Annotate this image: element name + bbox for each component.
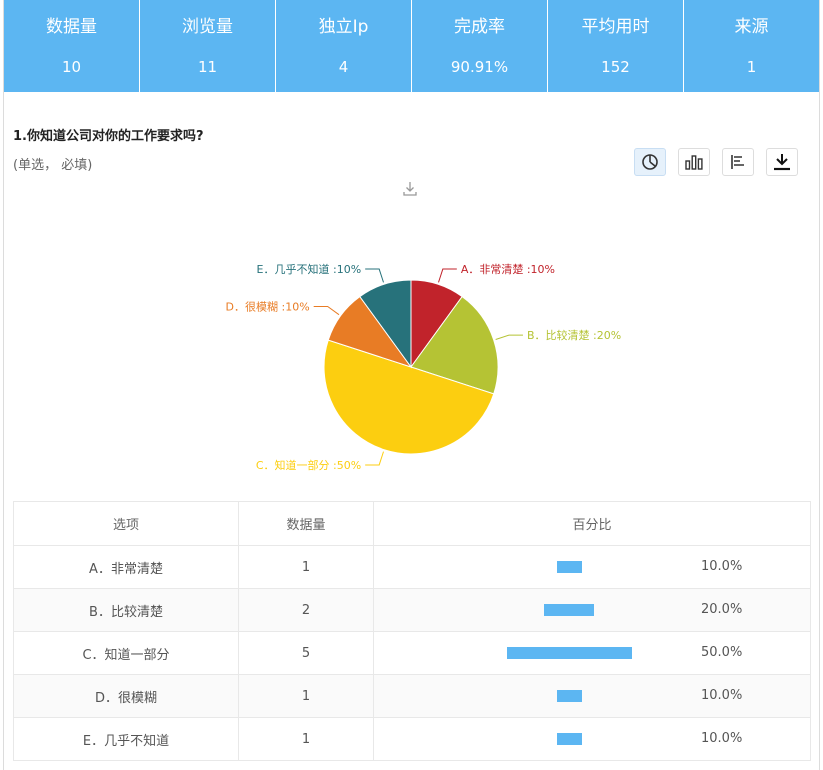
option-cell: D．很模糊 <box>13 674 239 718</box>
stat-count: 数据量 10 <box>4 0 139 92</box>
stat-label: 浏览量 <box>182 17 233 37</box>
option-cell: B．比较清楚 <box>13 588 239 632</box>
percent-label: 10.0% <box>701 688 743 703</box>
chart-type-toolbar <box>634 148 798 176</box>
pie-chart-icon <box>642 154 658 170</box>
horizontal-bar-button[interactable] <box>722 148 754 176</box>
header-count: 数据量 <box>238 501 374 546</box>
percent-label: 20.0% <box>701 602 743 617</box>
stat-label: 来源 <box>734 17 769 37</box>
pie-label-line <box>365 268 384 283</box>
download-button[interactable] <box>766 148 798 176</box>
percent-cell: 10.0% <box>373 545 811 589</box>
pie-label: D．很模糊 :10% <box>226 299 310 313</box>
stat-value: 152 <box>601 58 630 76</box>
option-cell: A．非常清楚 <box>13 545 239 589</box>
pie-label-line <box>495 334 523 340</box>
stat-value: 90.91% <box>450 58 509 76</box>
count-cell: 2 <box>238 588 374 632</box>
percent-bar <box>544 604 594 616</box>
pie-label: C．知道一部分 :50% <box>256 458 361 472</box>
stat-label: 独立Ip <box>318 17 369 37</box>
stat-source: 来源 1 <box>683 0 819 92</box>
stat-unique-ip: 独立Ip 4 <box>275 0 411 92</box>
option-cell: E．几乎不知道 <box>13 717 239 761</box>
stat-views: 浏览量 11 <box>139 0 275 92</box>
header-option: 选项 <box>13 501 239 546</box>
pie-label: B．比较清楚 :20% <box>527 328 621 342</box>
pie-chart-button[interactable] <box>634 148 666 176</box>
percent-label: 10.0% <box>701 559 743 574</box>
count-cell: 1 <box>238 674 374 718</box>
table-header-row: 选项 数据量 百分比 <box>13 501 811 546</box>
count-cell: 1 <box>238 717 374 761</box>
table-row: C．知道一部分 5 50.0% <box>13 631 811 675</box>
count-cell: 5 <box>238 631 374 675</box>
percent-label: 10.0% <box>701 731 743 746</box>
pie-label-line <box>313 305 340 316</box>
question-subtitle: (单选， 必填) <box>13 158 93 173</box>
option-cell: C．知道一部分 <box>13 631 239 675</box>
table-row: A．非常清楚 1 10.0% <box>13 545 811 589</box>
percent-bar <box>556 690 582 702</box>
percent-cell: 20.0% <box>373 588 811 632</box>
question-title: 1.你知道公司对你的工作要求吗? <box>13 129 204 144</box>
pie-chart: A．非常清楚 :10% B．比较清楚 :20% C．知道一部分 :50% D．很模糊 … <box>226 262 622 472</box>
save-as-image-icon <box>403 182 417 196</box>
stat-value: 11 <box>197 58 218 76</box>
stat-label: 平均用时 <box>581 17 650 37</box>
stat-label: 数据量 <box>46 17 97 37</box>
bar-chart-button[interactable] <box>678 148 710 176</box>
stat-avg-time: 平均用时 152 <box>547 0 683 92</box>
percent-bar <box>556 733 582 745</box>
table-row: B．比较清楚 2 20.0% <box>13 588 811 632</box>
header-percent: 百分比 <box>373 501 811 546</box>
percent-bar <box>506 647 632 659</box>
percent-cell: 50.0% <box>373 631 811 675</box>
horizontal-bar-icon <box>731 155 744 169</box>
stat-value: 4 <box>338 58 349 76</box>
pie-label: E．几乎不知道 :10% <box>257 262 362 276</box>
pie-chart-area: A．非常清楚 :10% B．比较清楚 :20% C．知道一部分 :50% D．很模糊 … <box>0 215 823 490</box>
pie-label: A．非常清楚 :10% <box>461 262 555 276</box>
stat-value: 1 <box>746 58 757 76</box>
stats-bar: 数据量 10 浏览量 11 独立Ip 4 完成率 90.91% 平均用时 152… <box>4 0 819 92</box>
save-image-button[interactable] <box>402 181 418 201</box>
stat-label: 完成率 <box>454 17 505 37</box>
download-icon <box>774 154 790 171</box>
pie-label-line <box>438 268 457 283</box>
bar-chart-icon <box>685 155 703 170</box>
results-table: 选项 数据量 百分比 A．非常清楚 1 10.0% B．比较清楚 2 20.0%… <box>13 501 811 761</box>
percent-label: 50.0% <box>701 645 743 660</box>
table-row: D．很模糊 1 10.0% <box>13 674 811 718</box>
stat-value: 10 <box>61 58 82 76</box>
stat-completion: 完成率 90.91% <box>411 0 547 92</box>
percent-cell: 10.0% <box>373 674 811 718</box>
pie-label-line <box>365 451 384 466</box>
percent-cell: 10.0% <box>373 717 811 761</box>
percent-bar <box>556 561 582 573</box>
table-row: E．几乎不知道 1 10.0% <box>13 717 811 761</box>
count-cell: 1 <box>238 545 374 589</box>
